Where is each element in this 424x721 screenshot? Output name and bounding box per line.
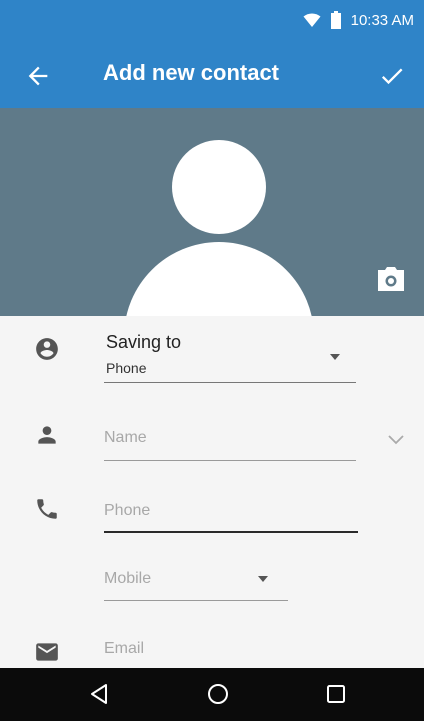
nav-home-icon[interactable] bbox=[206, 682, 230, 706]
app-bar: Add new contact bbox=[0, 42, 424, 108]
name-field[interactable]: Name bbox=[104, 429, 147, 447]
camera-icon[interactable] bbox=[376, 266, 406, 292]
status-bar: 10:33 AM bbox=[0, 0, 424, 42]
status-time: 10:33 AM bbox=[350, 11, 414, 29]
dropdown-arrow-icon[interactable] bbox=[258, 576, 268, 582]
phone-type-value: Mobile bbox=[104, 570, 152, 587]
contact-photo[interactable] bbox=[0, 108, 424, 316]
person-icon bbox=[34, 422, 60, 448]
saving-to-value: Phone bbox=[106, 360, 147, 376]
avatar-body bbox=[124, 242, 314, 316]
navigation-bar bbox=[0, 668, 424, 721]
account-circle-icon bbox=[34, 336, 60, 362]
phone-underline bbox=[104, 531, 358, 533]
phone-icon bbox=[34, 496, 60, 522]
page-title: Add new contact bbox=[103, 60, 280, 85]
nav-recents-icon[interactable] bbox=[324, 682, 348, 706]
wifi-icon bbox=[303, 12, 321, 28]
arrow-back-icon[interactable] bbox=[24, 62, 52, 90]
chevron-down-icon[interactable] bbox=[388, 432, 404, 445]
name-underline bbox=[104, 460, 356, 461]
nav-back-icon[interactable] bbox=[88, 682, 112, 706]
phone-type-underline bbox=[104, 600, 288, 601]
phone-field[interactable]: Phone bbox=[104, 502, 150, 520]
saving-to-underline bbox=[104, 382, 356, 383]
battery-icon bbox=[330, 11, 341, 29]
email-field[interactable]: Email bbox=[104, 640, 144, 658]
avatar-head bbox=[172, 140, 266, 234]
email-icon bbox=[34, 639, 60, 665]
check-icon[interactable] bbox=[378, 62, 406, 90]
saving-to-label: Saving to bbox=[106, 332, 182, 352]
dropdown-arrow-icon[interactable] bbox=[330, 354, 340, 360]
contact-form: Saving to Phone Name Phone Mobile Email bbox=[0, 316, 424, 668]
